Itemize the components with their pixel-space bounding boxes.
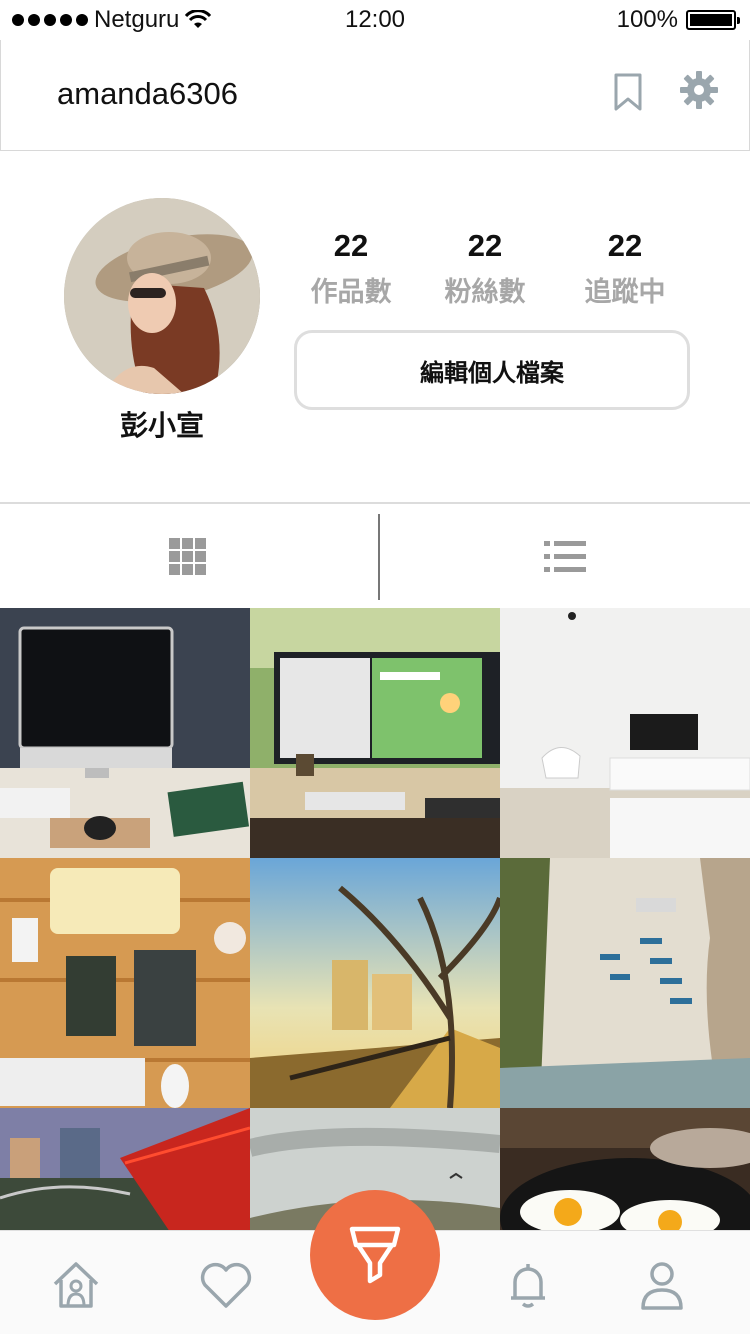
grid-photo[interactable]	[250, 858, 500, 1108]
display-name: 彭小宣	[119, 410, 204, 441]
list-icon	[543, 541, 586, 572]
bookmark-button[interactable]	[613, 72, 643, 112]
stat-label: 追蹤中	[584, 277, 666, 307]
edit-profile-button[interactable]: 編輯個人檔案	[294, 330, 690, 410]
nav-likes[interactable]	[198, 1257, 254, 1313]
heart-icon	[200, 1262, 252, 1308]
tab-list-view[interactable]	[377, 504, 750, 610]
stat-label: 作品數	[310, 277, 392, 307]
battery-percent: 100%	[616, 6, 678, 33]
grid-photo[interactable]	[0, 858, 250, 1108]
status-bar: Netguru 12:00 100%	[0, 0, 750, 40]
profile-header: amanda6306	[0, 40, 750, 151]
avatar[interactable]	[64, 198, 260, 394]
grid-photo[interactable]	[0, 608, 250, 858]
filter-button[interactable]	[310, 1190, 440, 1320]
grid-photo[interactable]	[250, 608, 500, 858]
stat-following[interactable]: 22 追蹤中	[565, 228, 685, 309]
bell-icon	[511, 1264, 545, 1308]
stat-value: 22	[333, 228, 369, 263]
nav-profile[interactable]	[634, 1257, 690, 1313]
home-icon	[53, 1262, 99, 1308]
bookmark-icon	[614, 73, 642, 111]
nav-notifications[interactable]	[500, 1257, 556, 1313]
stat-value: 22	[467, 228, 503, 263]
grid-photo[interactable]	[0, 1108, 250, 1232]
grid-icon	[168, 538, 206, 575]
stat-posts[interactable]: 22 作品數	[291, 228, 411, 309]
photo-grid	[0, 608, 750, 1232]
gear-icon	[680, 71, 718, 109]
tab-grid-view[interactable]	[0, 504, 375, 610]
battery-icon	[686, 10, 740, 30]
battery-group: 100%	[616, 6, 740, 34]
stat-value: 22	[607, 228, 643, 263]
stat-followers[interactable]: 22 粉絲數	[425, 228, 545, 309]
settings-button[interactable]	[679, 70, 719, 110]
stat-label: 粉絲數	[444, 277, 526, 307]
filter-icon	[349, 1226, 401, 1284]
profile-stats: 22 作品數 22 粉絲數 22 追蹤中	[294, 228, 694, 308]
grid-photo[interactable]	[500, 608, 750, 858]
user-icon	[641, 1262, 683, 1310]
view-tabs	[0, 502, 750, 608]
grid-photo[interactable]	[500, 1108, 750, 1232]
nav-home[interactable]	[48, 1257, 104, 1313]
grid-photo[interactable]	[500, 858, 750, 1108]
avatar-photo	[64, 198, 260, 394]
username-title: amanda6306	[57, 76, 238, 111]
